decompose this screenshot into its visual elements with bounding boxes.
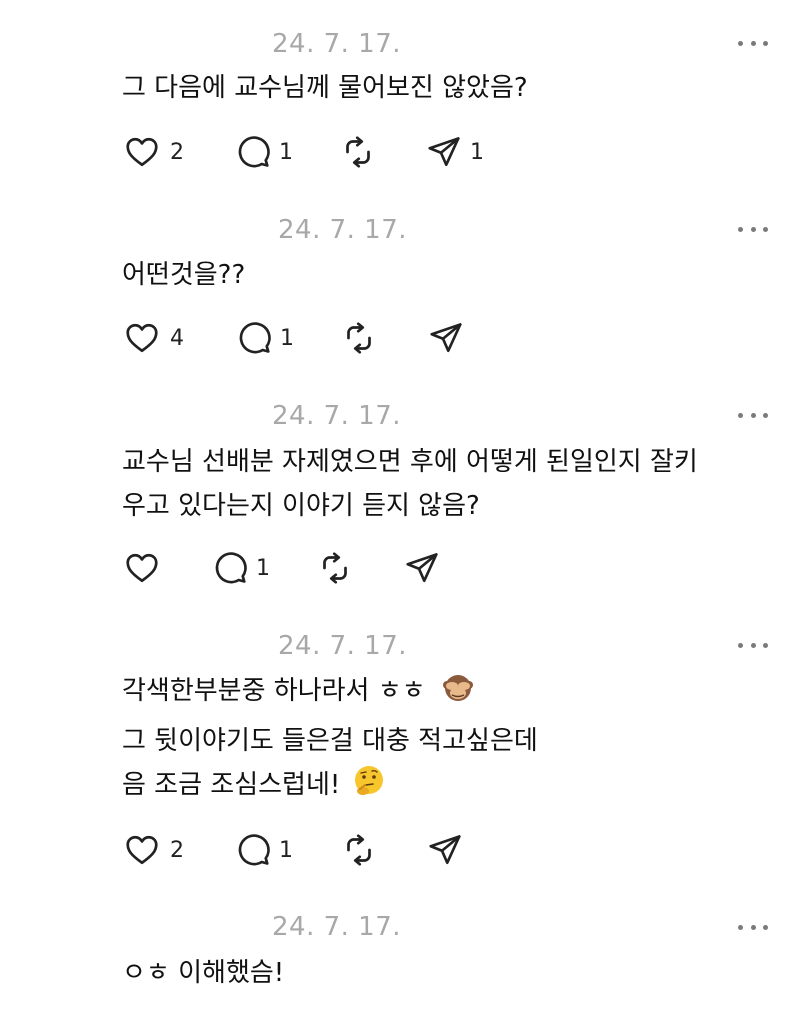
- more-icon-dot: [738, 412, 743, 418]
- comment-icon: [212, 550, 248, 586]
- post-text-line: 각색한부분중 하나라서 ㅎㅎ: [122, 676, 426, 706]
- post-text: ㅇㅎ 이해했슴!: [122, 951, 284, 995]
- like-count: 4: [170, 325, 184, 351]
- reply-button[interactable]: 1: [212, 550, 270, 586]
- post-timestamp: 24. 7. 17.: [278, 215, 408, 245]
- more-options-button[interactable]: [738, 38, 768, 48]
- more-icon-dot: [750, 40, 756, 46]
- more-icon-dot: [763, 642, 768, 648]
- post-text-line-with-emoji: 음 조금 조심스럽네!: [122, 763, 538, 813]
- repost-button[interactable]: [341, 832, 377, 868]
- heart-icon: [122, 134, 162, 170]
- comment-icon: [235, 832, 271, 868]
- repost-button[interactable]: [340, 134, 376, 170]
- post-text-line: 교수님 선배분 자제였으면 후에 어떻게 된일인지 잘키: [122, 447, 698, 477]
- like-button[interactable]: 2: [122, 832, 184, 868]
- repost-button[interactable]: [317, 550, 353, 586]
- heart-icon: [122, 320, 162, 356]
- see-no-evil-monkey-icon: [440, 669, 476, 719]
- post-text-line: 그 뒷이야기도 들은걸 대충 적고싶은데: [122, 726, 538, 756]
- reply-button[interactable]: 1: [235, 134, 293, 170]
- heart-icon: [122, 832, 162, 868]
- comment-icon: [236, 320, 272, 356]
- post-text-line: 음 조금 조심스럽네!: [122, 770, 341, 800]
- repost-icon: [341, 832, 377, 868]
- post-timestamp: 24. 7. 17.: [272, 29, 402, 59]
- share-count: 1: [470, 139, 484, 165]
- more-icon-dot: [763, 40, 768, 46]
- post-text-line-with-emoji: 각색한부분중 하나라서 ㅎㅎ: [122, 669, 538, 719]
- post-text: 어떤것을??: [122, 253, 245, 297]
- send-icon: [428, 320, 464, 356]
- repost-icon: [341, 320, 377, 356]
- more-options-button[interactable]: [738, 224, 768, 234]
- more-icon-dot: [738, 642, 743, 648]
- repost-icon: [317, 550, 353, 586]
- share-button[interactable]: 1: [426, 134, 484, 170]
- reply-count: 1: [280, 325, 294, 351]
- send-icon: [404, 550, 440, 586]
- more-icon-dot: [763, 924, 768, 930]
- like-button[interactable]: [122, 550, 162, 586]
- post-timestamp: 24. 7. 17.: [278, 631, 408, 661]
- more-icon-dot: [750, 226, 756, 232]
- repost-icon: [340, 134, 376, 170]
- post-text-line: ㅇㅎ 이해했슴!: [122, 958, 285, 988]
- post-text-line: 그 다음에 교수님께 물어보진 않았음?: [122, 73, 528, 103]
- post-text: 각색한부분중 하나라서 ㅎㅎ 그 뒷이야기도 들은걸 대충 적고싶은데 음 조금…: [122, 669, 538, 813]
- reply-count: 1: [279, 837, 293, 863]
- share-button[interactable]: [427, 832, 463, 868]
- send-icon: [426, 134, 462, 170]
- repost-button[interactable]: [341, 320, 377, 356]
- more-icon-dot: [750, 642, 756, 648]
- reply-count: 1: [279, 139, 293, 165]
- share-button[interactable]: [428, 320, 464, 356]
- send-icon: [427, 832, 463, 868]
- more-icon-dot: [763, 226, 768, 232]
- reply-count: 1: [256, 555, 270, 581]
- post-text: 교수님 선배분 자제였으면 후에 어떻게 된일인지 잘키 우고 있다는지 이야기…: [122, 440, 698, 528]
- post-text-line: 어떤것을??: [122, 260, 246, 290]
- more-icon-dot: [738, 924, 743, 930]
- reply-button[interactable]: 1: [235, 832, 293, 868]
- share-button[interactable]: [404, 550, 440, 586]
- more-options-button[interactable]: [738, 922, 768, 932]
- more-icon-dot: [738, 40, 743, 46]
- more-icon-dot: [738, 226, 743, 232]
- more-icon-dot: [763, 412, 768, 418]
- more-icon-dot: [750, 924, 756, 930]
- more-options-button[interactable]: [738, 410, 768, 420]
- more-options-button[interactable]: [738, 640, 768, 650]
- comment-icon: [235, 134, 271, 170]
- like-count: 2: [170, 139, 184, 165]
- thinking-face-icon: [351, 763, 387, 813]
- more-icon-dot: [750, 412, 756, 418]
- like-button[interactable]: 2: [122, 134, 184, 170]
- post-text: 그 다음에 교수님께 물어보진 않았음?: [122, 66, 528, 110]
- like-count: 2: [170, 837, 184, 863]
- post-timestamp: 24. 7. 17.: [272, 912, 402, 942]
- reply-button[interactable]: 1: [236, 320, 294, 356]
- post-timestamp: 24. 7. 17.: [272, 401, 402, 431]
- post-text-line: 우고 있다는지 이야기 듣지 않음?: [122, 491, 480, 521]
- like-button[interactable]: 4: [122, 320, 184, 356]
- heart-icon: [122, 550, 162, 586]
